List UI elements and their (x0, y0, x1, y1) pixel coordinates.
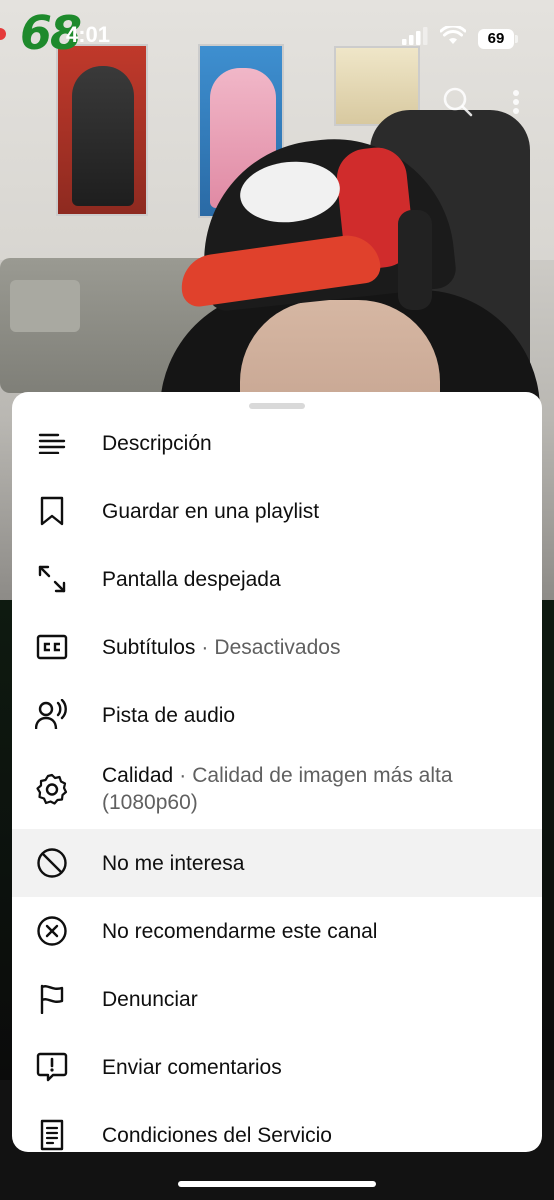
menu-item-label: Pantalla despejada (102, 567, 281, 591)
flag-icon (34, 981, 70, 1017)
menu-item-clear-screen[interactable]: Pantalla despejada (12, 545, 542, 613)
menu-item-terms-of-service[interactable]: Condiciones del Servicio (12, 1101, 542, 1152)
menu-item-report[interactable]: Denunciar (12, 965, 542, 1033)
menu-item-send-feedback[interactable]: Enviar comentarios (12, 1033, 542, 1101)
menu-item-description[interactable]: Descripción (12, 409, 542, 477)
not-interested-icon (34, 845, 70, 881)
bookmark-icon (34, 493, 70, 529)
menu-item-label: Denunciar (102, 987, 198, 1011)
search-icon[interactable] (442, 86, 474, 118)
menu-item-dont-recommend-channel[interactable]: No recomendarme este canal (12, 897, 542, 965)
terms-icon (34, 1117, 70, 1152)
video-options-sheet: Descripción Guardar en una playlist Pant… (12, 392, 542, 1152)
separator-dot: · (201, 635, 209, 659)
menu-item-audio-track[interactable]: Pista de audio (12, 681, 542, 749)
battery-icon: 69 (478, 28, 518, 49)
menu-item-label: No me interesa (102, 851, 245, 875)
separator-dot: · (179, 764, 187, 787)
audio-track-icon (34, 697, 70, 733)
options-menu: Descripción Guardar en una playlist Pant… (12, 409, 542, 1152)
status-bar: 4:01 69 (0, 0, 554, 72)
menu-item-label: Calidad (102, 764, 174, 787)
menu-item-save-playlist[interactable]: Guardar en una playlist (12, 477, 542, 545)
menu-item-quality[interactable]: Calidad · Calidad de imagen más alta (1080… (12, 749, 542, 829)
menu-item-label: Condiciones del Servicio (102, 1123, 332, 1147)
menu-item-label: Guardar en una playlist (102, 499, 320, 523)
signal-icon (402, 27, 428, 50)
more-vert-icon[interactable] (512, 89, 520, 115)
description-icon (34, 425, 70, 461)
menu-item-label: No recomendarme este canal (102, 919, 378, 943)
expand-icon (34, 561, 70, 597)
menu-item-label: Pista de audio (102, 703, 236, 727)
home-indicator[interactable] (178, 1181, 376, 1187)
status-time: 4:01 (66, 22, 111, 47)
settings-gear-icon (34, 771, 70, 807)
block-channel-icon (34, 913, 70, 949)
menu-item-label: Enviar comentarios (102, 1055, 282, 1079)
feedback-icon (34, 1049, 70, 1085)
menu-item-label: Descripción (102, 431, 212, 455)
menu-item-subtitles[interactable]: Subtítulos · Desactivados (12, 613, 542, 681)
menu-item-sublabel: Desactivados (214, 635, 341, 659)
menu-item-label: Subtítulos (102, 635, 196, 659)
wifi-icon (439, 24, 467, 51)
closed-captions-icon (34, 629, 70, 665)
menu-item-not-interested[interactable]: No me interesa (12, 829, 542, 897)
